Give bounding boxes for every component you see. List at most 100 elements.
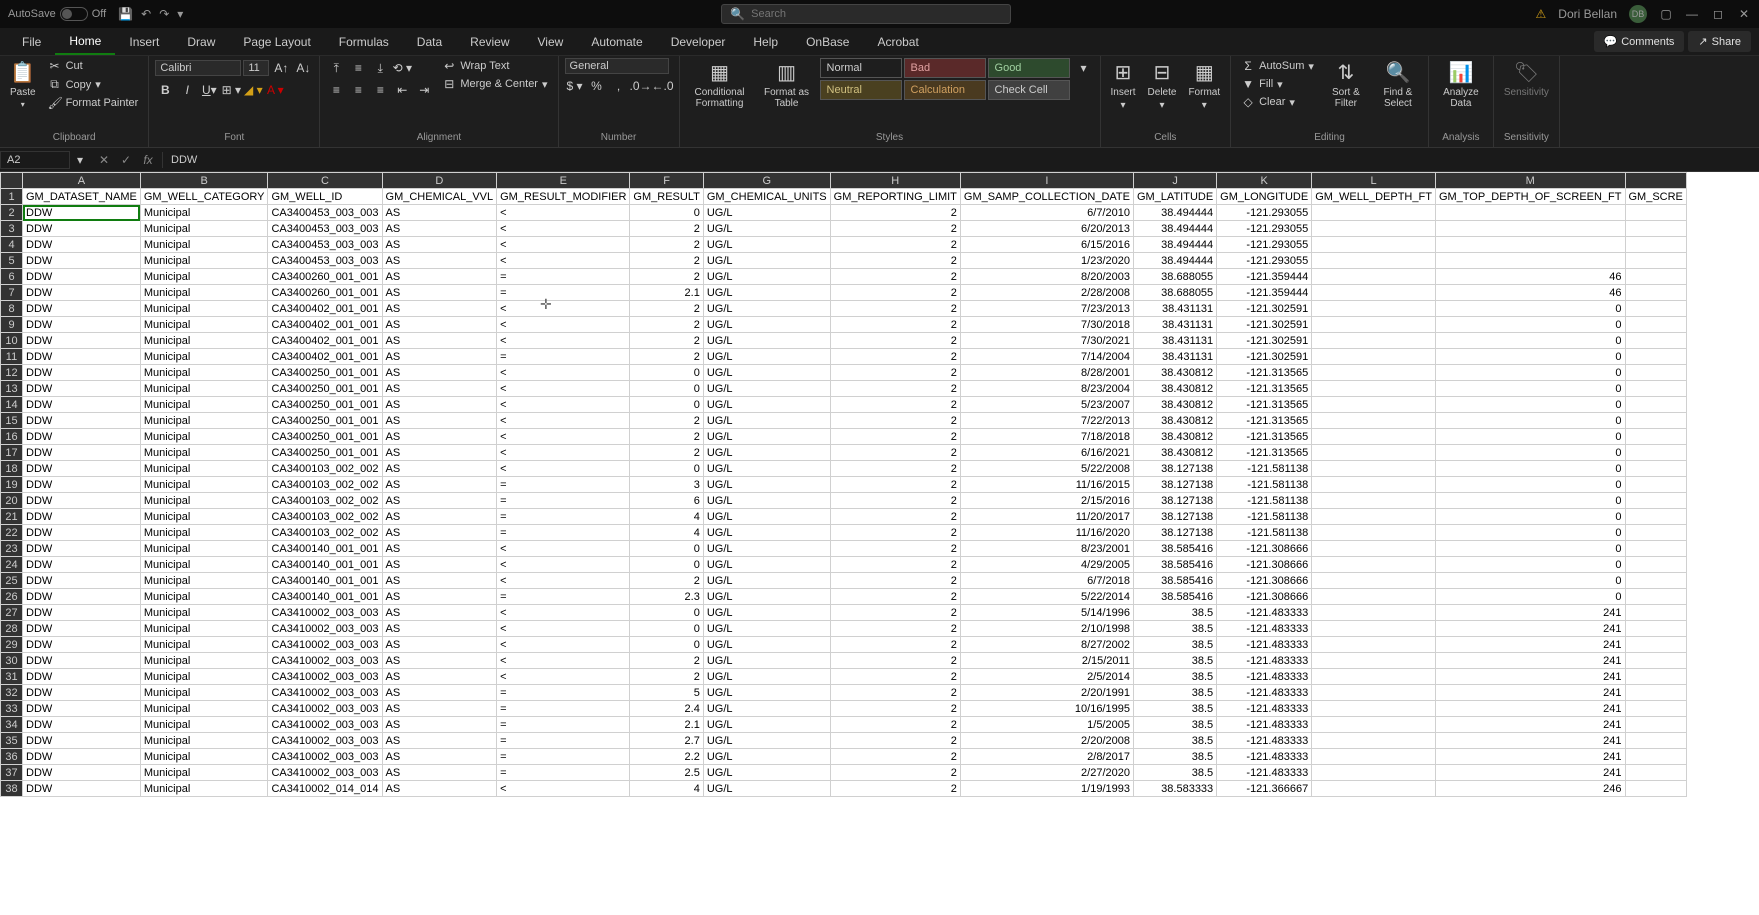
- cell[interactable]: <: [497, 605, 630, 621]
- cell[interactable]: [1312, 621, 1436, 637]
- cell[interactable]: GM_CHEMICAL_UNITS: [703, 189, 830, 205]
- align-left-icon[interactable]: ≡: [326, 80, 346, 100]
- cell[interactable]: [1312, 685, 1436, 701]
- cell[interactable]: Municipal: [140, 205, 268, 221]
- format-painter-button[interactable]: 🖌Format Painter: [44, 95, 143, 111]
- cell[interactable]: UG/L: [703, 765, 830, 781]
- row-header[interactable]: 34: [1, 717, 23, 733]
- tab-review[interactable]: Review: [456, 28, 523, 55]
- cell[interactable]: 0: [1435, 541, 1625, 557]
- cell[interactable]: -121.366667: [1217, 781, 1312, 797]
- cell[interactable]: UG/L: [703, 749, 830, 765]
- col-header-K[interactable]: K: [1217, 173, 1312, 189]
- cell[interactable]: [1625, 301, 1686, 317]
- insert-button[interactable]: ⊞Insert▾: [1107, 58, 1140, 113]
- cell[interactable]: 38.5: [1133, 733, 1216, 749]
- cell[interactable]: [1625, 621, 1686, 637]
- align-middle-icon[interactable]: ≡: [348, 58, 368, 78]
- row-header[interactable]: 30: [1, 653, 23, 669]
- cell[interactable]: 38.430812: [1133, 365, 1216, 381]
- cell[interactable]: 241: [1435, 765, 1625, 781]
- row-header[interactable]: 6: [1, 269, 23, 285]
- cell[interactable]: DDW: [23, 509, 141, 525]
- tab-insert[interactable]: Insert: [115, 28, 173, 55]
- cell[interactable]: 2: [830, 669, 960, 685]
- cell[interactable]: 0: [1435, 413, 1625, 429]
- cell[interactable]: 2.5: [630, 765, 703, 781]
- cell[interactable]: [1625, 573, 1686, 589]
- cell[interactable]: [1312, 525, 1436, 541]
- tab-draw[interactable]: Draw: [173, 28, 229, 55]
- indent-inc-icon[interactable]: ⇥: [414, 80, 434, 100]
- cell[interactable]: -121.483333: [1217, 669, 1312, 685]
- cell[interactable]: DDW: [23, 589, 141, 605]
- row-header[interactable]: 18: [1, 461, 23, 477]
- cell[interactable]: AS: [382, 733, 497, 749]
- cell[interactable]: 38.5: [1133, 749, 1216, 765]
- wrap-text-button[interactable]: ↩Wrap Text: [438, 58, 551, 74]
- cell[interactable]: Municipal: [140, 333, 268, 349]
- underline-icon[interactable]: U ▾: [199, 80, 219, 100]
- style-check-cell[interactable]: Check Cell: [988, 80, 1070, 100]
- cell[interactable]: Municipal: [140, 509, 268, 525]
- tab-onbase[interactable]: OnBase: [792, 28, 863, 55]
- cell[interactable]: 0: [1435, 365, 1625, 381]
- cell[interactable]: DDW: [23, 269, 141, 285]
- cell[interactable]: 2: [630, 349, 703, 365]
- cell[interactable]: Municipal: [140, 477, 268, 493]
- cell[interactable]: [1625, 541, 1686, 557]
- warning-icon[interactable]: ⚠: [1536, 7, 1547, 21]
- cell[interactable]: CA3400402_001_001: [268, 349, 382, 365]
- cell[interactable]: -121.483333: [1217, 605, 1312, 621]
- cell[interactable]: 7/30/2018: [960, 317, 1133, 333]
- cell[interactable]: UG/L: [703, 285, 830, 301]
- cell[interactable]: 0: [1435, 317, 1625, 333]
- cell[interactable]: DDW: [23, 205, 141, 221]
- cell[interactable]: UG/L: [703, 493, 830, 509]
- cell[interactable]: [1625, 397, 1686, 413]
- cell[interactable]: [1625, 717, 1686, 733]
- cell[interactable]: 5: [630, 685, 703, 701]
- cell[interactable]: 2: [830, 349, 960, 365]
- cell[interactable]: <: [497, 541, 630, 557]
- cell[interactable]: Municipal: [140, 493, 268, 509]
- cell[interactable]: 4/29/2005: [960, 557, 1133, 573]
- cell[interactable]: CA3410002_003_003: [268, 653, 382, 669]
- cell[interactable]: -121.483333: [1217, 637, 1312, 653]
- cell[interactable]: =: [497, 349, 630, 365]
- cell[interactable]: 0: [1435, 381, 1625, 397]
- row-header[interactable]: 17: [1, 445, 23, 461]
- cell[interactable]: 0: [1435, 493, 1625, 509]
- cell[interactable]: 241: [1435, 749, 1625, 765]
- autosum-button[interactable]: ΣAutoSum ▾: [1237, 58, 1318, 74]
- cell[interactable]: Municipal: [140, 221, 268, 237]
- cell[interactable]: -121.313565: [1217, 445, 1312, 461]
- cell[interactable]: 38.127138: [1133, 509, 1216, 525]
- cell[interactable]: Municipal: [140, 525, 268, 541]
- cell[interactable]: 0: [1435, 477, 1625, 493]
- cell[interactable]: 0: [630, 605, 703, 621]
- cell[interactable]: =: [497, 477, 630, 493]
- cell[interactable]: 46: [1435, 269, 1625, 285]
- cell[interactable]: 38.127138: [1133, 477, 1216, 493]
- cell[interactable]: 8/28/2001: [960, 365, 1133, 381]
- cell[interactable]: UG/L: [703, 381, 830, 397]
- cell[interactable]: [1625, 493, 1686, 509]
- percent-icon[interactable]: %: [587, 76, 607, 96]
- tab-formulas[interactable]: Formulas: [325, 28, 403, 55]
- cell[interactable]: [1625, 413, 1686, 429]
- row-header[interactable]: 28: [1, 621, 23, 637]
- cell[interactable]: 2: [630, 269, 703, 285]
- cell[interactable]: 38.494444: [1133, 253, 1216, 269]
- shrink-font-icon[interactable]: A↓: [293, 58, 313, 78]
- orientation-icon[interactable]: ⟲ ▾: [392, 58, 412, 78]
- search-box[interactable]: 🔍: [721, 4, 1011, 24]
- row-header[interactable]: 22: [1, 525, 23, 541]
- cell[interactable]: =: [497, 493, 630, 509]
- col-header-A[interactable]: A: [23, 173, 141, 189]
- cell[interactable]: DDW: [23, 781, 141, 797]
- row-header[interactable]: 25: [1, 573, 23, 589]
- font-name-combo[interactable]: [155, 60, 241, 76]
- cell[interactable]: 246: [1435, 781, 1625, 797]
- font-size-combo[interactable]: [243, 60, 269, 76]
